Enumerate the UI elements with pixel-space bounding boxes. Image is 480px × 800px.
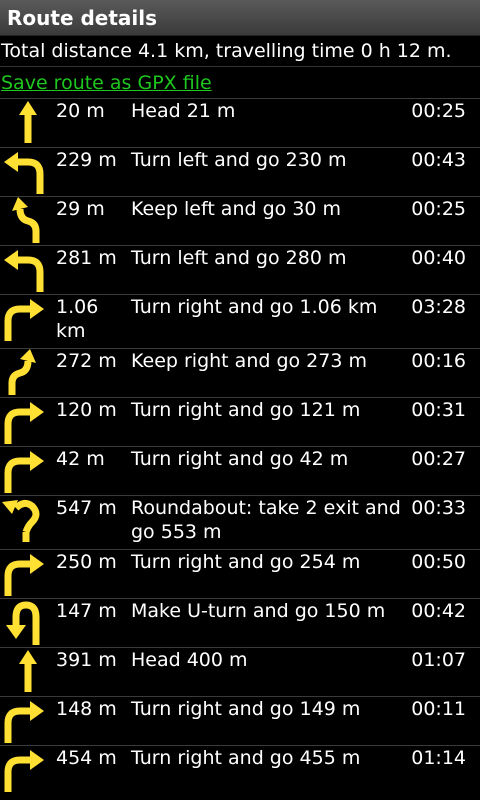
turn-right-icon	[0, 746, 50, 794]
step-distance: 250 m	[56, 551, 117, 573]
step-distance: 547 m	[56, 497, 117, 519]
step-distance: 454 m	[56, 747, 117, 769]
step-instruction: Keep left and go 30 m	[131, 198, 342, 220]
step-time: 01:07	[411, 649, 466, 671]
step-distance: 229 m	[56, 149, 117, 171]
keep-right-icon	[0, 349, 50, 397]
route-step-row[interactable]: 272 m Keep right and go 273 m 00:16	[0, 348, 480, 397]
step-time: 00:33	[411, 497, 466, 519]
step-instruction: Turn left and go 230 m	[131, 149, 347, 171]
step-instruction: Turn left and go 280 m	[131, 247, 347, 269]
step-time: 00:11	[411, 698, 466, 720]
roundabout-icon	[0, 496, 50, 549]
step-instruction: Turn right and go 121 m	[131, 399, 361, 421]
route-step-row[interactable]: 148 m Turn right and go 149 m 00:11	[0, 696, 480, 745]
straight-arrow-icon	[0, 99, 50, 147]
step-time: 00:27	[411, 448, 466, 470]
step-time: 00:40	[411, 247, 466, 269]
step-time: 00:25	[411, 100, 466, 122]
step-distance: 1.06 km	[56, 296, 99, 342]
turn-right-icon	[0, 697, 50, 745]
step-distance: 148 m	[56, 698, 117, 720]
turn-right-icon	[0, 295, 50, 348]
step-distance: 120 m	[56, 399, 117, 421]
step-distance: 147 m	[56, 600, 117, 622]
step-distance: 29 m	[56, 198, 105, 220]
route-step-row[interactable]: 391 m Head 400 m 01:07	[0, 647, 480, 696]
step-instruction: Make U-turn and go 150 m	[131, 600, 386, 622]
route-step-row[interactable]: 547 m Roundabout: take 2 exit and go 553 …	[0, 495, 480, 549]
step-distance: 272 m	[56, 350, 117, 372]
route-step-row[interactable]: 250 m Turn right and go 254 m 00:50	[0, 549, 480, 598]
step-instruction: Turn right and go 42 m	[131, 448, 349, 470]
route-step-row[interactable]: 281 m Turn left and go 280 m 00:40	[0, 245, 480, 294]
step-distance: 20 m	[56, 100, 105, 122]
turn-right-icon	[0, 550, 50, 598]
step-instruction: Head 400 m	[131, 649, 248, 671]
keep-left-icon	[0, 197, 50, 245]
step-time: 00:31	[411, 399, 466, 421]
route-step-row[interactable]: 229 m Turn left and go 230 m 00:43	[0, 147, 480, 196]
u-turn-icon	[0, 599, 50, 647]
step-instruction: Keep right and go 273 m	[131, 350, 367, 372]
route-step-row[interactable]: 1.06 km Turn right and go 1.06 km 03:28	[0, 294, 480, 348]
route-step-row[interactable]: 147 m Make U-turn and go 150 m 00:42	[0, 598, 480, 647]
turn-right-icon	[0, 447, 50, 495]
step-instruction: Head 21 m	[131, 100, 236, 122]
title-bar: Route details	[0, 0, 480, 36]
save-gpx-link[interactable]: Save route as GPX file	[0, 67, 480, 98]
step-instruction: Turn right and go 455 m	[131, 747, 361, 769]
step-time: 00:50	[411, 551, 466, 573]
step-distance: 391 m	[56, 649, 117, 671]
step-time: 00:25	[411, 198, 466, 220]
route-step-row[interactable]: 20 m Head 21 m 00:25	[0, 98, 480, 147]
step-time: 03:28	[411, 296, 466, 318]
step-time: 00:43	[411, 149, 466, 171]
turn-left-icon	[0, 148, 50, 196]
step-instruction: Roundabout: take 2 exit and go 553 m	[131, 497, 401, 543]
step-distance: 281 m	[56, 247, 117, 269]
straight-arrow-icon	[0, 648, 50, 696]
route-steps-list: 20 m Head 21 m 00:25 229 m Turn left and go …	[0, 98, 480, 794]
step-instruction: Turn right and go 254 m	[131, 551, 361, 573]
step-time: 00:16	[411, 350, 466, 372]
route-step-row[interactable]: 42 m Turn right and go 42 m 00:27	[0, 446, 480, 495]
step-instruction: Turn right and go 149 m	[131, 698, 361, 720]
turn-right-icon	[0, 398, 50, 446]
turn-left-icon	[0, 246, 50, 294]
step-instruction: Turn right and go 1.06 km	[131, 296, 378, 318]
step-time: 01:14	[411, 747, 466, 769]
step-time: 00:42	[411, 600, 466, 622]
route-step-row[interactable]: 29 m Keep left and go 30 m 00:25	[0, 196, 480, 245]
route-step-row[interactable]: 454 m Turn right and go 455 m 01:14	[0, 745, 480, 794]
page-title: Route details	[7, 5, 158, 30]
step-distance: 42 m	[56, 448, 105, 470]
route-step-row[interactable]: 120 m Turn right and go 121 m 00:31	[0, 397, 480, 446]
route-summary: Total distance 4.1 km, travelling time 0…	[0, 36, 480, 67]
